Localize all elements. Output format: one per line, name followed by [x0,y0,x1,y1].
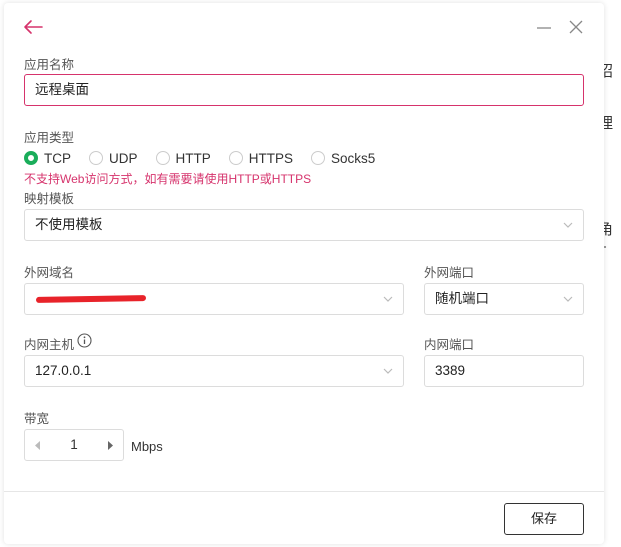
footer-divider [4,491,604,492]
external-port-select[interactable]: 随机端口 [424,283,584,315]
radio-unchecked-icon [89,151,103,165]
radio-unchecked-icon [311,151,326,165]
info-icon[interactable] [77,333,92,348]
internal-port-label: 内网端口 [424,338,475,352]
save-button[interactable]: 保存 [504,503,584,535]
external-port-value: 随机端口 [435,291,489,306]
chevron-down-icon [383,296,393,302]
external-port-label: 外网端口 [424,266,475,280]
radio-label: HTTP [175,150,211,166]
app-type-label: 应用类型 [24,131,75,145]
bandwidth-stepper[interactable]: 1 [24,429,124,461]
chevron-down-icon [563,222,573,228]
template-value: 不使用模板 [35,217,103,232]
radio-https[interactable]: HTTPS [228,150,294,166]
internal-host-value: 127.0.0.1 [35,363,92,378]
radio-label: HTTPS [248,150,294,166]
app-name-value: 远程桌面 [35,82,89,97]
radio-socks5[interactable]: Socks5 [311,151,375,166]
chevron-down-icon [383,368,393,374]
radio-tcp[interactable]: TCP [24,151,71,166]
internal-port-value: 3389 [435,363,466,378]
back-arrow-icon[interactable] [22,17,44,37]
internal-host-select[interactable]: 127.0.0.1 [24,355,404,387]
minimize-icon[interactable] [534,17,554,37]
external-domain-label: 外网域名 [24,266,75,280]
template-select[interactable]: 不使用模板 [24,209,584,241]
close-icon[interactable] [566,17,586,37]
radio-label: Socks5 [331,150,376,166]
app-name-input[interactable]: 远程桌面 [24,74,584,106]
dialog-titlebar [4,3,604,49]
internal-port-input[interactable]: 3389 [424,355,584,387]
increment-arrow-icon[interactable] [107,441,113,450]
radio-unchecked-icon [155,151,170,165]
template-label: 映射模板 [24,192,75,206]
internal-host-label: 内网主机 [24,338,75,352]
bandwidth-unit: Mbps [131,439,163,454]
app-name-label: 应用名称 [24,58,75,72]
chevron-down-icon [563,296,573,302]
radio-udp[interactable]: UDP [89,151,138,166]
radio-unchecked-icon [228,151,243,165]
bandwidth-label: 带宽 [24,412,50,426]
edit-mapping-dialog: 应用名称 远程桌面 应用类型 TCP UDP HTTP HTTPS Socks5… [4,3,604,544]
radio-http[interactable]: HTTP [155,150,211,166]
radio-label: UDP [109,150,138,166]
app-type-warning: 不支持Web访问方式，如有需要请使用HTTP或HTTPS [24,172,312,186]
radio-checked-icon [24,151,38,165]
app-type-radio-group: TCP UDP HTTP HTTPS Socks5 [24,148,393,168]
radio-label: TCP [44,150,71,166]
